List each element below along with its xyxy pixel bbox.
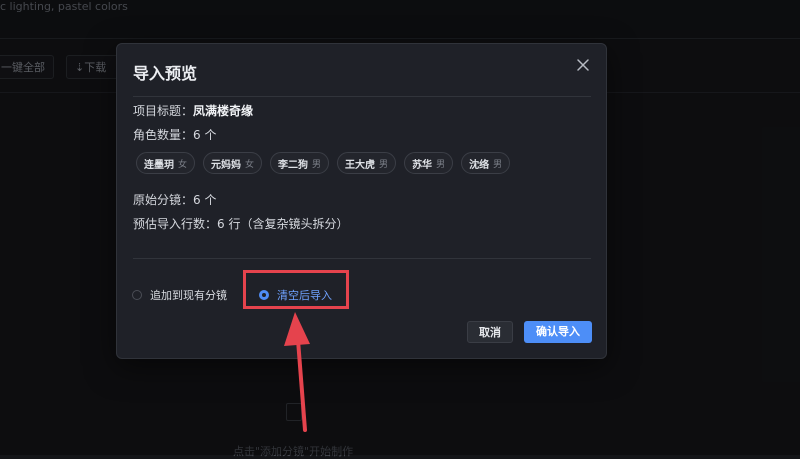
divider: [133, 96, 591, 97]
confirm-import-button[interactable]: 确认导入: [524, 321, 592, 343]
role-count-row: 角色数量：6 个: [133, 126, 216, 143]
shots-value: 6 个: [193, 193, 217, 207]
divider: [133, 258, 591, 259]
append-option-label: 追加到现有分镜: [150, 289, 227, 302]
project-title-row: 项目标题：凤满楼奇缘: [133, 102, 253, 119]
append-option-radio[interactable]: 追加到现有分镜: [132, 287, 227, 303]
role-count-label: 角色数量：: [133, 128, 194, 142]
character-chip: 李二狗男: [270, 152, 330, 174]
character-chip: 沈络男: [461, 152, 511, 174]
close-icon[interactable]: [574, 56, 592, 74]
role-count-value: 6 个: [193, 128, 217, 142]
annotation-arrow-icon: [284, 312, 310, 432]
character-chip: 王大虎男: [337, 152, 397, 174]
shots-label: 原始分镜：: [133, 193, 194, 207]
annotation-highlight-box: [243, 270, 349, 309]
character-list: 连墨玥女 元妈妈女 李二狗男 王大虎男 苏华男 沈络男: [136, 152, 511, 174]
character-chip: 连墨玥女: [136, 152, 196, 174]
estimate-label: 预估导入行数：: [133, 217, 218, 231]
project-title-value: 凤满楼奇缘: [193, 104, 254, 118]
dialog-title: 导入预览: [133, 64, 198, 83]
estimate-row: 预估导入行数：6 行（含复杂镜头拆分）: [133, 215, 348, 232]
project-title-label: 项目标题：: [133, 104, 194, 118]
character-chip: 苏华男: [404, 152, 454, 174]
cancel-button[interactable]: 取消: [467, 321, 513, 343]
shots-row: 原始分镜：6 个: [133, 191, 216, 208]
radio-unchecked-icon: [132, 290, 142, 300]
estimate-value: 6 行（含复杂镜头拆分）: [217, 217, 349, 231]
import-preview-dialog: 导入预览 项目标题：凤满楼奇缘 角色数量：6 个 连墨玥女 元妈妈女 李二狗男 …: [116, 43, 607, 359]
character-chip: 元妈妈女: [203, 152, 263, 174]
